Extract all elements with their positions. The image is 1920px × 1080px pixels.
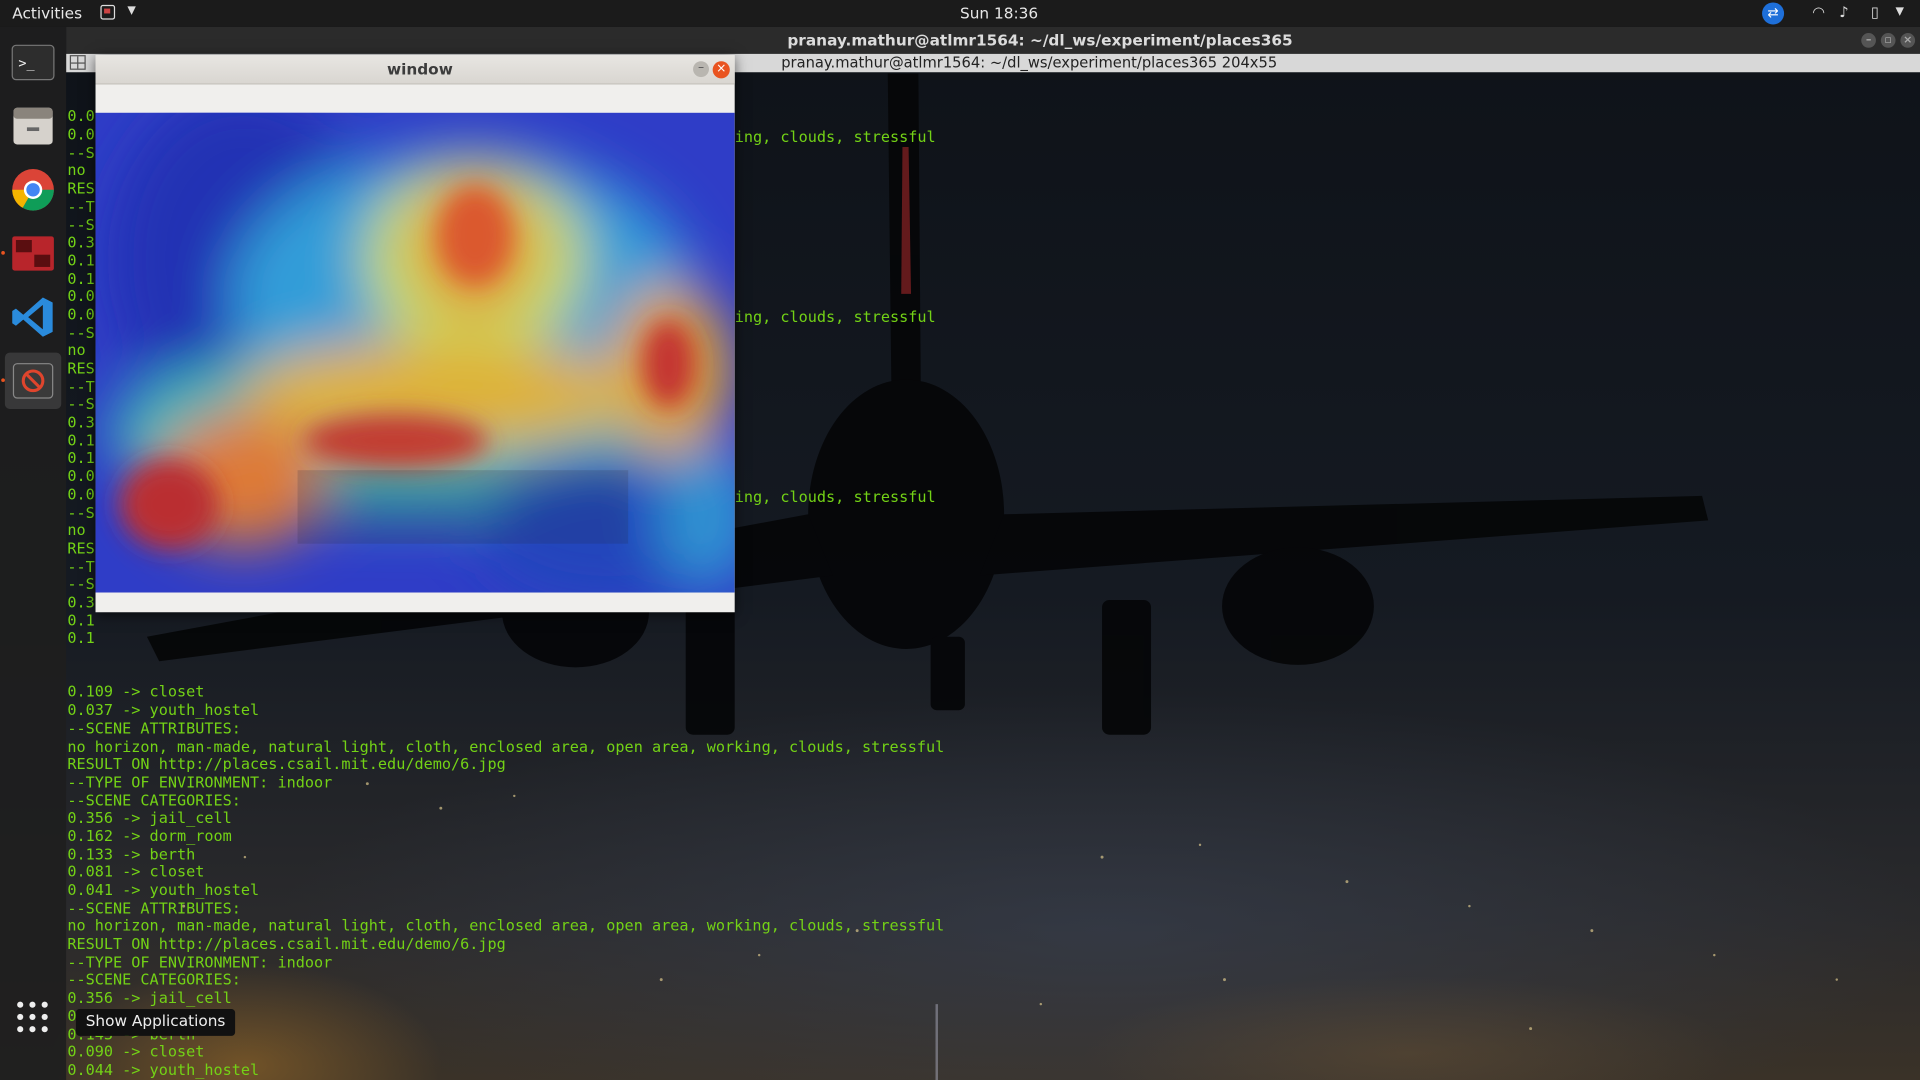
terminal-line: 0.133 -> berth (67, 844, 196, 863)
app-indicator-icon[interactable] (100, 4, 116, 20)
system-menu-chevron-icon[interactable]: ▼ (1896, 6, 1904, 18)
cv-window-titlebar[interactable]: window – × (95, 55, 735, 85)
cv-window-title: window (386, 60, 453, 79)
terminal-line: no horizon, man-made, natural light, clo… (67, 736, 945, 755)
blocked-app-icon (12, 363, 54, 399)
tile-icon[interactable] (69, 55, 86, 70)
dock-item-blocked-app[interactable] (4, 352, 62, 409)
minimize-icon[interactable]: – (1861, 33, 1876, 48)
terminal-line: 0.090 -> closet (67, 1042, 205, 1061)
minimize-icon[interactable]: – (693, 61, 709, 78)
terminal-line: RESULT ON http://places.csail.mit.edu/de… (67, 934, 506, 953)
terminal-line: --SCENE ATTRIBUTES: (67, 898, 241, 917)
terminal-line: --TYPE OF ENVIRONMENT: indoor (67, 952, 333, 971)
chrome-icon (12, 168, 54, 211)
terminal-line: 0.081 -> closet (67, 862, 205, 881)
terminal-tab-title[interactable]: pranay.mathur@atlmr1564: ~/dl_ws/experim… (781, 54, 1277, 71)
terminal-line: --SCENE CATEGORIES: (67, 790, 241, 809)
terminal-icon: >_ (11, 44, 55, 81)
terminal-line: --SCENE ATTRIBUTES: (67, 718, 241, 737)
remote-terminal-icon (12, 236, 54, 271)
show-applications-tooltip: Show Applications (75, 1008, 236, 1036)
close-icon[interactable]: × (712, 61, 730, 79)
terminal-line: RESULT ON http://places.csail.mit.edu/de… (67, 754, 506, 773)
activities-button[interactable]: Activities (12, 4, 82, 22)
terminal-line: 0.159 -> dorm_room (67, 1007, 1920, 1026)
attribute-tail: ing, clouds, stressful (734, 307, 936, 326)
output-lines-block: 0.109 -> closet 0.037 -> youth_hostel --SC… (67, 682, 1920, 1080)
chevron-down-icon[interactable]: ▼ (127, 5, 135, 17)
terminal-line: 0.044 -> youth_hostel (67, 1060, 260, 1079)
files-icon (13, 107, 53, 145)
terminal-line: 0.109 -> closet (67, 682, 205, 701)
dock-item-chrome[interactable] (5, 162, 61, 218)
running-indicator (1, 378, 5, 383)
heatmap-image (95, 112, 735, 593)
top-bar: Activities ▼ Sun 18:36 ⇄ ◠ ♪ ▯ ▼ (0, 0, 1920, 27)
clock[interactable]: Sun 18:36 (960, 4, 1038, 22)
close-icon[interactable]: × (1900, 33, 1916, 48)
cv-window[interactable]: window – × (95, 55, 735, 613)
volume-icon[interactable]: ♪ (1839, 4, 1848, 21)
terminal-line: 0.356 -> jail_cell (67, 808, 232, 827)
terminal-line: --SCENE CATEGORIES: (67, 970, 241, 989)
show-applications-button[interactable] (10, 994, 57, 1041)
dock-item-remote-terminal[interactable] (5, 225, 61, 281)
terminal-line-partial: 0.1 (67, 628, 95, 647)
teamviewer-icon[interactable]: ⇄ (1762, 2, 1785, 25)
svg-text:>_: >_ (18, 56, 35, 71)
dock: >_ (0, 26, 67, 1080)
terminal-line: 0.041 -> youth_hostel (67, 880, 260, 899)
terminal-line: 0.356 -> jail_cell (67, 988, 232, 1007)
terminal-line: --TYPE OF ENVIRONMENT: indoor (67, 772, 333, 791)
dock-item-files[interactable] (5, 98, 61, 154)
terminal-line: 0.037 -> youth_hostel (67, 700, 260, 719)
terminal-line-partial: 0.1 (67, 610, 95, 629)
dock-item-vscode[interactable] (5, 289, 61, 345)
terminal-line: 0.162 -> dorm_room (67, 826, 232, 845)
terminal-titlebar[interactable]: pranay.mathur@atlmr1564: ~/dl_ws/experim… (66, 26, 1920, 54)
attribute-tail: ing, clouds, stressful (734, 487, 936, 506)
battery-icon[interactable]: ▯ (1871, 4, 1879, 21)
wifi-icon[interactable]: ◠ (1812, 4, 1825, 21)
vscode-icon (12, 297, 53, 337)
terminal-line: no horizon, man-made, natural light, clo… (67, 916, 945, 935)
terminal-title: pranay.mathur@atlmr1564: ~/dl_ws/experim… (787, 30, 1293, 49)
attribute-tail: ing, clouds, stressful (734, 127, 936, 146)
maximize-icon[interactable]: ▫ (1880, 33, 1896, 48)
terminal-line: 0.143 -> berth (67, 1025, 1920, 1044)
running-indicator (1, 251, 5, 255)
dock-item-terminal[interactable]: >_ (5, 34, 61, 90)
